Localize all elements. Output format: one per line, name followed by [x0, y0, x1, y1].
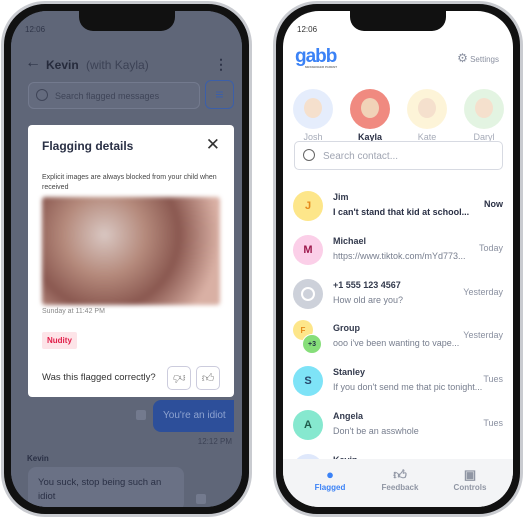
contact-name: Stanley [333, 367, 366, 378]
contact-name: Kevin [46, 58, 79, 72]
info-icon[interactable] [196, 494, 206, 504]
left-screen: 12:06 ← Kevin (with Kayla) ⋮ Search flag… [11, 11, 242, 507]
logo-subtitle: MESSENGER PARENT [305, 65, 338, 69]
modal-description: Explicit images are always blocked from … [42, 174, 217, 191]
more-menu-icon[interactable]: ⋮ [214, 56, 228, 73]
nav-feedback[interactable]: 👍︎ Feedback [365, 467, 435, 492]
nav-label: Flagged [314, 483, 346, 492]
message-time: Yesterday [463, 286, 503, 297]
settings-label: Settings [470, 55, 499, 64]
search-placeholder: Search flagged messages [55, 91, 160, 101]
last-message: Don't be an asswhole [333, 426, 419, 436]
sent-message-bubble: You're an idiot [153, 400, 234, 432]
last-message: I can't stand that kid at school... [333, 207, 470, 217]
settings-button[interactable]: ⚙ Settings [457, 51, 499, 65]
nav-label: Feedback [381, 483, 419, 492]
default-user-icon [293, 278, 323, 309]
contact-name: Jim [333, 192, 349, 202]
nav-controls[interactable]: ▣ Controls [435, 467, 505, 492]
back-arrow-icon[interactable]: ← [25, 54, 41, 72]
contact-name: Group [333, 323, 360, 334]
thumbs-up-button[interactable]: 👍︎ [196, 366, 220, 390]
right-screen: 12:06 gabb MESSENGER PARENT ⚙ Settings J… [283, 11, 513, 507]
contact-name: Michael [333, 235, 367, 246]
group-count-badge: +3 [302, 334, 322, 355]
message-time: Tues [483, 374, 503, 385]
contact-avatar: A [293, 410, 323, 440]
contact-name: Angela [333, 411, 364, 421]
thumbs-down-icon: 👍︎ [172, 371, 186, 385]
child-avatar-daryl[interactable] [464, 89, 504, 129]
right-phone: 12:06 gabb MESSENGER PARENT ⚙ Settings J… [273, 1, 523, 517]
alert-icon: ● [326, 467, 334, 482]
child-avatar-kate[interactable] [407, 89, 447, 129]
gabb-logo: gabb MESSENGER PARENT [295, 46, 337, 69]
message-time: Now [484, 199, 503, 209]
close-icon[interactable]: ✕ [206, 135, 220, 155]
filter-button[interactable]: ≡ [205, 80, 234, 109]
status-time: 12:06 [297, 25, 318, 34]
search-icon [36, 89, 48, 101]
contact-row[interactable]: +1 555 123 4567 How old are you? Yesterd… [293, 272, 503, 316]
received-message-bubble: You suck, stop being such an idiot [28, 467, 184, 507]
notch [350, 11, 446, 31]
thumbs-down-button[interactable]: 👍︎ [167, 366, 191, 390]
contact-row[interactable]: S Stanley If you don't send me that pic … [293, 359, 503, 403]
last-message: How old are you? [333, 294, 404, 305]
sender-name: Kevin [27, 454, 49, 463]
search-icon [303, 149, 315, 161]
message-time: Tues [483, 418, 503, 428]
gear-icon: ⚙ [457, 51, 468, 65]
thumbs-up-icon: 👍︎ [393, 467, 407, 482]
contact-avatar: J [293, 191, 323, 221]
child-avatar-kayla[interactable] [350, 89, 390, 129]
last-message: If you don't send me that pic tonight... [333, 382, 483, 393]
contact-row[interactable]: A Angela Don't be an asswhole Tues [293, 403, 503, 447]
last-message: ooo i've been wanting to vape... [333, 338, 460, 349]
with-child: (with Kayla) [86, 58, 149, 72]
contact-avatar: S [293, 366, 323, 397]
last-message: https://www.tiktok.com/mYd773... [333, 250, 466, 261]
message-time: Today [478, 242, 503, 253]
image-timestamp: Sunday at 11:42 PM [42, 308, 105, 315]
contact-search-input[interactable]: Search contact... [294, 141, 503, 170]
nav-flagged[interactable]: ● Flagged [295, 467, 365, 492]
feedback-question: Was this flagged correctly? [42, 372, 156, 383]
bottom-nav: ● Flagged 👍︎ Feedback ▣ Controls [283, 459, 513, 507]
search-placeholder: Search contact... [323, 151, 399, 162]
contact-row[interactable]: M Michael https://www.tiktok.com/mYd773.… [293, 228, 503, 272]
nudity-badge: Nudity [42, 332, 77, 349]
child-avatar-josh[interactable] [293, 89, 333, 129]
contact-row[interactable]: F +3 Group ooo i've been wanting to vape.… [293, 315, 503, 359]
contact-row[interactable]: J Jim I can't stand that kid at school..… [293, 184, 503, 228]
blurred-flagged-image[interactable] [42, 197, 220, 305]
thumbs-up-icon: 👍︎ [201, 371, 215, 385]
status-time: 12:06 [25, 25, 46, 34]
info-icon[interactable] [136, 410, 146, 420]
message-time: 12:12 PM [197, 437, 232, 446]
notch [78, 11, 175, 31]
flagging-details-modal: Flagging details ✕ Explicit images are a… [28, 125, 234, 397]
contact-avatar: M [293, 234, 323, 265]
nav-label: Controls [453, 483, 487, 492]
logo-text: gabb [295, 46, 337, 67]
modal-title: Flagging details [42, 139, 134, 153]
search-input[interactable]: Search flagged messages [28, 82, 200, 109]
grid-icon: ▣ [463, 467, 477, 482]
message-time: Yesterday [463, 330, 503, 341]
left-phone: 12:06 ← Kevin (with Kayla) ⋮ Search flag… [1, 1, 252, 517]
contact-name: +1 555 123 4567 [333, 279, 401, 290]
